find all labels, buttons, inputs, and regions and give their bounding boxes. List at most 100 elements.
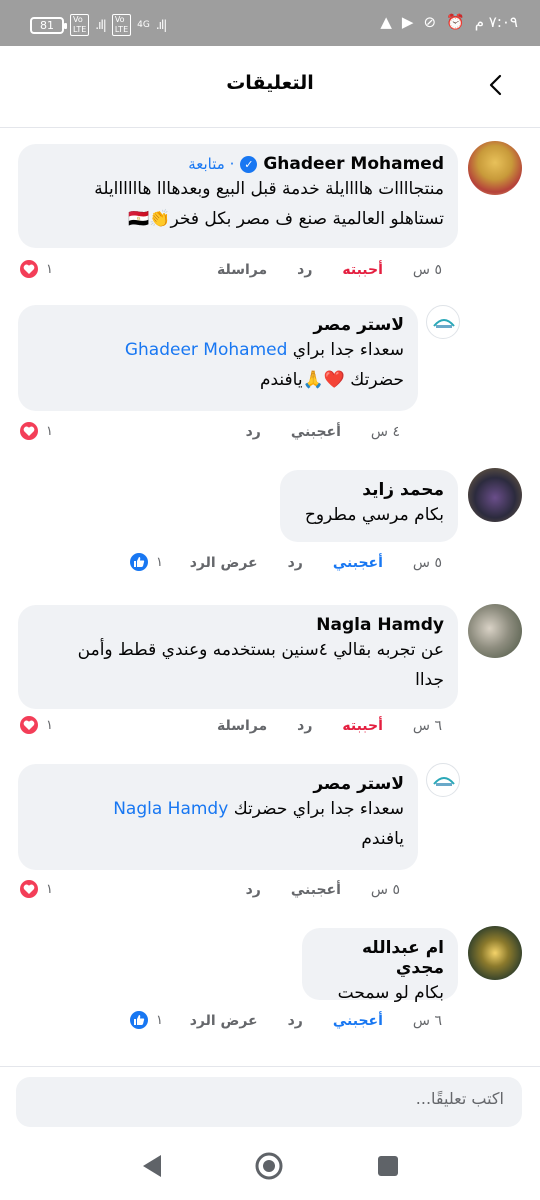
alarm-icon: ⏰: [446, 13, 465, 31]
header: التعليقات: [0, 46, 540, 128]
reaction-count: ١: [46, 881, 53, 897]
comment-actions: ٦ س أحببته رد مراسلة: [187, 718, 442, 734]
reply-button[interactable]: رد: [246, 424, 261, 440]
comment-author-row: لاستر مصر: [32, 774, 404, 794]
comment-author-row: Nagla Hamdy: [32, 615, 444, 635]
comment-actions: ٥ س أعجبني رد: [216, 882, 400, 898]
page-title: التعليقات: [226, 72, 314, 94]
thumbs-up-icon: [128, 551, 150, 573]
signal-icon-2: .ıl|: [155, 18, 167, 32]
back-button[interactable]: [484, 70, 508, 100]
comment-bubble: Ghadeer Mohamed ✓ · متابعة منتجاااات هاا…: [18, 144, 458, 248]
avatar[interactable]: [468, 141, 522, 195]
reaction-summary[interactable]: ١: [128, 551, 163, 573]
comment-time: ٥ س: [412, 555, 442, 571]
like-button[interactable]: أعجبني: [333, 1013, 383, 1029]
status-bar: 81 Vo LTE .ıl| Vo LTE 4G .ıl| ٧:٠٩ م ⏰ ⊘ ▶…: [0, 0, 540, 46]
like-button[interactable]: أعجبني: [291, 424, 341, 440]
recents-nav-button[interactable]: [378, 1156, 398, 1176]
comment-author[interactable]: Nagla Hamdy: [316, 615, 444, 635]
system-nav-bar: [0, 1136, 540, 1200]
comment-bubble: لاستر مصر سعداء جدا براي Ghadeer Mohamed…: [18, 305, 418, 411]
view-replies-button[interactable]: عرض الرد: [190, 555, 258, 571]
mention-link[interactable]: Ghadeer Mohamed: [125, 340, 288, 360]
comment-time: ٦ س: [412, 1013, 442, 1029]
reply-button[interactable]: رد: [288, 555, 303, 571]
comment-bubble: Nagla Hamdy عن تجربه بقالي ٤سنين بستخدمه…: [18, 605, 458, 709]
comment-author-row: محمد زايد: [294, 480, 444, 500]
message-button[interactable]: مراسلة: [217, 262, 267, 278]
comment-text: سعداء جدا براي: [292, 340, 404, 360]
reaction-count: ١: [156, 554, 163, 570]
reaction-summary[interactable]: ١: [18, 258, 53, 280]
comment-author-row: Ghadeer Mohamed ✓ · متابعة: [32, 154, 444, 174]
reaction-count: ١: [46, 261, 53, 277]
comment-author[interactable]: لاستر مصر: [313, 774, 404, 794]
mention-link[interactable]: Nagla Hamdy: [113, 799, 228, 819]
comment-time: ٤ س: [370, 424, 400, 440]
volte-icon-2: Vo LTE: [111, 14, 132, 36]
like-button[interactable]: أعجبني: [333, 555, 383, 571]
signal-icon: .ıl|: [95, 18, 106, 32]
comment-bubble: ام عبدالله مجدي بكام لو سمحت: [302, 928, 458, 1003]
comment-text-line: عن تجربه بقالي ٤سنين بستخدمه وعندي قطط و…: [77, 640, 444, 660]
comment-text: سعداء جدا براي حضرتك: [233, 799, 404, 819]
clock: ٧:٠٩ م: [474, 13, 518, 31]
home-nav-button[interactable]: [255, 1152, 283, 1180]
back-nav-button[interactable]: [143, 1155, 161, 1177]
heart-icon: [18, 420, 40, 442]
comment-author[interactable]: Ghadeer Mohamed: [263, 154, 444, 174]
brand-logo-icon: [433, 777, 455, 786]
comment-time: ٥ س: [370, 882, 400, 898]
comment-text-line: تستاهلو العالمية صنع ف مصر بكل فخر👏🇪🇬: [128, 209, 444, 229]
play-icon: ▶: [401, 13, 414, 31]
reply-button[interactable]: رد: [297, 718, 312, 734]
comment-author[interactable]: محمد زايد: [362, 480, 444, 500]
comment-author[interactable]: لاستر مصر: [313, 315, 404, 335]
heart-icon: [18, 714, 40, 736]
avatar[interactable]: [426, 763, 460, 797]
comment-input[interactable]: اكتب تعليقًا...: [16, 1077, 522, 1127]
reaction-summary[interactable]: ١: [18, 420, 53, 442]
message-button[interactable]: مراسلة: [217, 718, 267, 734]
avatar[interactable]: [426, 305, 460, 339]
comment-actions: ٦ س أعجبني رد عرض الرد: [160, 1013, 442, 1029]
comment-text-line: سعداء جدا براي Ghadeer Mohamed: [32, 335, 404, 365]
comment-text-line: بكام مرسي مطروح: [304, 505, 444, 525]
heart-icon: [18, 258, 40, 280]
warning-icon: ▲: [380, 13, 392, 31]
battery-icon: 81: [30, 16, 67, 34]
comment-author[interactable]: ام عبدالله مجدي: [316, 938, 444, 978]
reply-button[interactable]: رد: [288, 1013, 303, 1029]
comment-actions: ٥ س أحببته رد مراسلة: [187, 262, 442, 278]
network-type: 4G: [137, 19, 150, 30]
comment-text-line: سعداء جدا براي حضرتك Nagla Hamdy: [32, 794, 404, 824]
reaction-summary[interactable]: ١: [128, 1009, 163, 1031]
comment-bubble: لاستر مصر سعداء جدا براي حضرتك Nagla Ham…: [18, 764, 418, 870]
reply-button[interactable]: رد: [246, 882, 261, 898]
reply-button[interactable]: رد: [297, 262, 312, 278]
avatar[interactable]: [468, 468, 522, 522]
comment-time: ٥ س: [412, 262, 442, 278]
recents-square-icon: [378, 1156, 398, 1176]
like-button[interactable]: أحببته: [342, 262, 383, 278]
avatar[interactable]: [468, 926, 522, 980]
avatar[interactable]: [468, 604, 522, 658]
reaction-count: ١: [46, 717, 53, 733]
reaction-summary[interactable]: ١: [18, 878, 53, 900]
view-replies-button[interactable]: عرض الرد: [190, 1013, 258, 1029]
like-button[interactable]: أحببته: [342, 718, 383, 734]
reaction-summary[interactable]: ١: [18, 714, 53, 736]
blocked-icon: ⊘: [423, 13, 437, 31]
back-triangle-icon: [143, 1155, 161, 1177]
comment-text-line: حضرتك ❤️🙏يافندم: [259, 370, 404, 390]
reaction-count: ١: [46, 423, 53, 439]
home-dot-icon: [263, 1160, 275, 1172]
comment-time: ٦ س: [412, 718, 442, 734]
chevron-left-icon: [489, 74, 502, 96]
follow-link[interactable]: · متابعة: [188, 155, 234, 173]
status-right: ٧:٠٩ م ⏰ ⊘ ▶ ▲: [380, 13, 518, 31]
thumbs-up-icon: [128, 1009, 150, 1031]
comment-author-row: ام عبدالله مجدي: [316, 938, 444, 978]
like-button[interactable]: أعجبني: [291, 882, 341, 898]
